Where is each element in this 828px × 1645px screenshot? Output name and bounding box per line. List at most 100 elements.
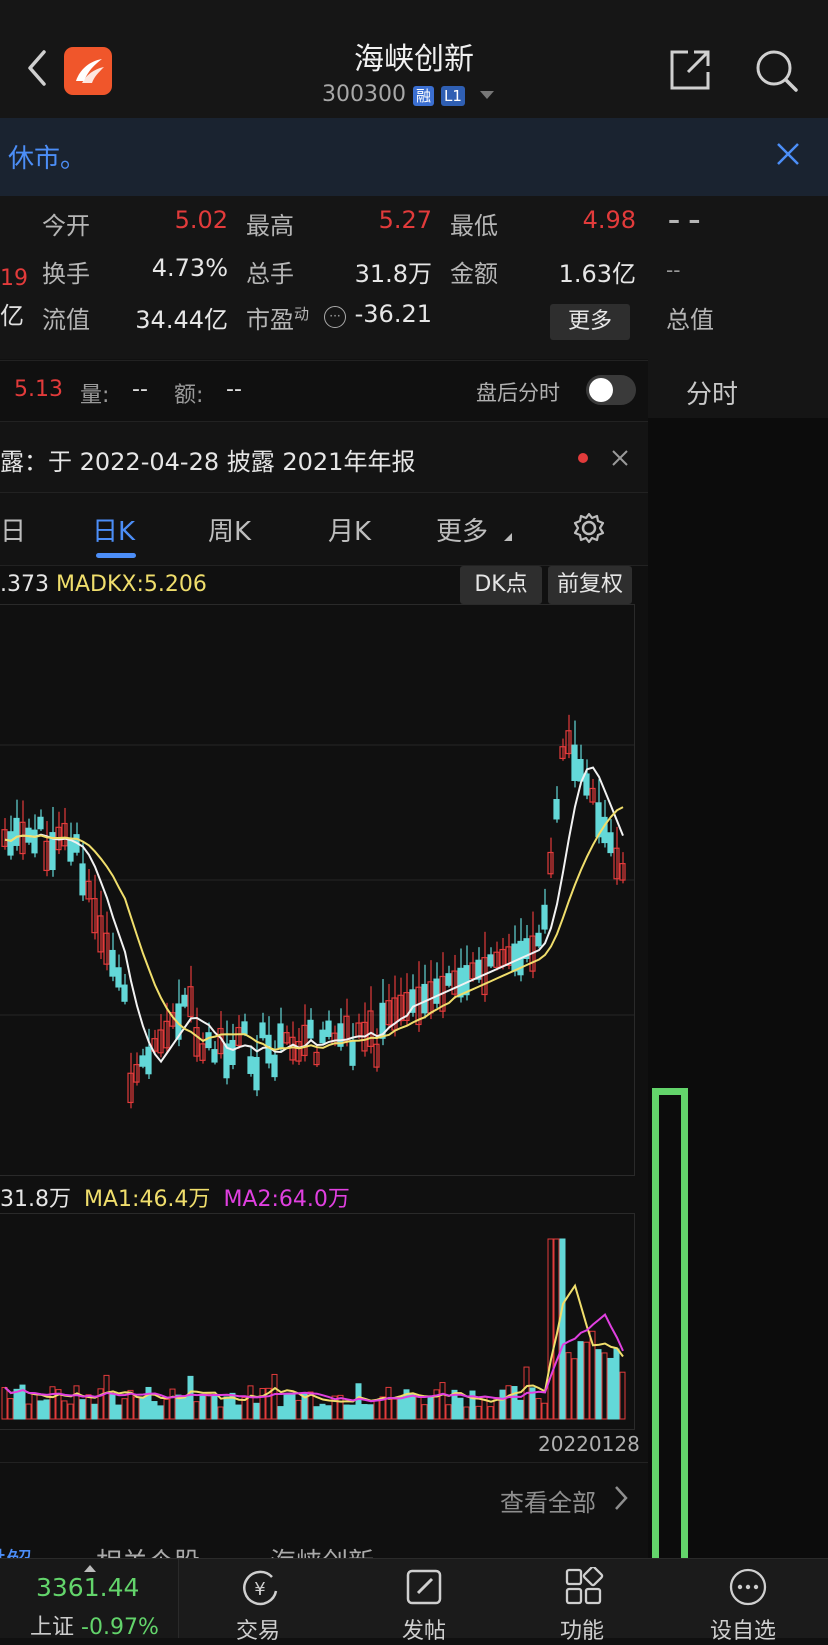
afterhours-toggle[interactable] — [586, 375, 636, 405]
trade-button[interactable]: ¥ 交易 — [216, 1559, 306, 1644]
candle-body — [115, 967, 122, 988]
watchlist-label: 设自选 — [710, 1619, 777, 1644]
volume-bar — [43, 1399, 50, 1420]
volume-bar — [361, 1404, 368, 1420]
volume-bar — [469, 1390, 476, 1420]
candle-body — [325, 1020, 332, 1037]
volume-bar — [505, 1385, 512, 1420]
search-icon[interactable] — [754, 48, 800, 94]
afterhours-amt-value: -- — [226, 377, 242, 402]
volume-bar — [289, 1392, 296, 1420]
volume-bar — [157, 1405, 164, 1420]
volume-ma1-line — [4, 1283, 624, 1403]
more-caret-icon — [504, 533, 512, 541]
share-icon[interactable] — [668, 48, 712, 92]
quote-panel: 19 亿 今开 5.02 最高 5.27 最低 4.98 换手 4.73% 总手… — [0, 196, 650, 359]
volume-indicator-row: 31.8万 MA1:46.4万 MA2:64.0万 — [0, 1181, 648, 1212]
volume-bar — [79, 1399, 86, 1420]
volume-bar — [223, 1396, 230, 1420]
tab-monthly-k[interactable]: 月K — [328, 511, 371, 548]
volume-bar — [7, 1398, 14, 1420]
volume-bar — [439, 1382, 446, 1420]
volume-ma1: MA1:46.4万 — [84, 1187, 211, 1212]
afterhours-vol-label: 量: — [80, 383, 110, 408]
candle-body — [457, 967, 464, 998]
volume-bar — [619, 1371, 626, 1420]
volume-bar — [535, 1398, 542, 1420]
function-button[interactable]: 功能 — [540, 1559, 630, 1644]
tab-day-cut[interactable]: 日 — [0, 511, 26, 548]
volume-bar — [199, 1393, 206, 1420]
float-cap-label: 流值 — [42, 306, 90, 334]
back-icon[interactable] — [22, 48, 52, 88]
afterhours-row: 5.13 量: -- 额: -- 盘后分时 — [0, 360, 648, 422]
candle-body — [541, 904, 548, 930]
volume-chart[interactable] — [0, 1213, 635, 1430]
candle-body — [37, 816, 44, 830]
dk-point-button[interactable]: DK点 — [460, 566, 542, 604]
index-panel[interactable]: 3361.44 上证 -0.97% — [0, 1559, 179, 1641]
volume-bar — [391, 1398, 398, 1420]
settings-gear-icon[interactable] — [572, 511, 606, 545]
volume-bar — [499, 1389, 506, 1420]
adjust-button[interactable]: 前复权 — [548, 566, 632, 604]
volume-bar — [205, 1393, 212, 1420]
volume-bar — [487, 1406, 494, 1420]
disclosure-bar[interactable]: 露：于 2022-04-28 披露 2021年年报 — [0, 422, 648, 493]
volume-bar — [565, 1352, 572, 1420]
volume-bar — [457, 1397, 464, 1420]
candle-body — [109, 949, 116, 977]
afterhours-toggle-label: 盘后分时 — [476, 381, 560, 405]
dropdown-caret-icon[interactable] — [479, 91, 494, 99]
volume-bar — [235, 1404, 242, 1420]
left-cut-value: 19 — [0, 266, 28, 291]
total-cap-label: 总值 — [666, 306, 714, 334]
volume-bar — [325, 1405, 332, 1420]
volume-bar — [415, 1396, 422, 1420]
view-all-row[interactable]: 查看全部 — [0, 1462, 648, 1533]
volume-bar — [409, 1392, 416, 1420]
view-all-label: 查看全部 — [500, 1489, 596, 1517]
kline-chart[interactable] — [0, 604, 635, 1176]
candle-body — [139, 1055, 146, 1067]
volume-bar — [571, 1358, 578, 1420]
tab-fenshi[interactable]: 分时 — [686, 374, 738, 411]
edit-icon — [404, 1567, 444, 1607]
tab-more[interactable]: 更多 — [436, 511, 488, 548]
tab-weekly-k[interactable]: 周K — [208, 511, 251, 548]
volume-bar — [181, 1396, 188, 1420]
close-icon[interactable] — [610, 448, 630, 468]
volume-bar — [193, 1401, 200, 1420]
volume-bar — [49, 1386, 56, 1420]
chart-date-label: 20220128 — [538, 1432, 640, 1456]
volume-bar — [13, 1388, 20, 1420]
index-name: 上证 — [30, 1615, 75, 1640]
afterhours-vol-value: -- — [132, 377, 148, 402]
watchlist-button[interactable]: 设自选 — [700, 1559, 800, 1644]
more-button[interactable]: 更多 — [550, 304, 630, 340]
tab-daily-k[interactable]: 日K — [92, 511, 135, 548]
candle-body — [271, 1054, 278, 1078]
volume-label: 总手 — [246, 260, 294, 288]
volume-bar — [583, 1341, 590, 1420]
volume-bar — [271, 1373, 278, 1420]
candle-body — [67, 837, 74, 862]
period-tabs: 日 日K 周K 月K 更多 — [0, 493, 648, 566]
ma-line-white — [4, 766, 624, 1064]
volume-bar — [277, 1406, 284, 1420]
candle-body — [253, 1056, 260, 1091]
trade-label: 交易 — [236, 1619, 281, 1644]
high-value: 5.27 — [378, 206, 432, 234]
index-name-row: 上证 -0.97% — [30, 1609, 159, 1641]
unread-dot — [578, 453, 588, 463]
toggle-knob — [589, 378, 613, 402]
volume-bar — [187, 1375, 194, 1420]
pe-value: -36.21 — [354, 300, 432, 328]
volume-bar — [211, 1395, 218, 1420]
post-button[interactable]: 发帖 — [380, 1559, 470, 1644]
volume-bar — [31, 1393, 38, 1420]
indicator-row: .373 MADKX:5.206 DK点 前复权 — [0, 566, 648, 604]
volume-bar — [511, 1386, 518, 1420]
candle-body — [445, 973, 452, 986]
close-icon[interactable] — [774, 140, 802, 168]
